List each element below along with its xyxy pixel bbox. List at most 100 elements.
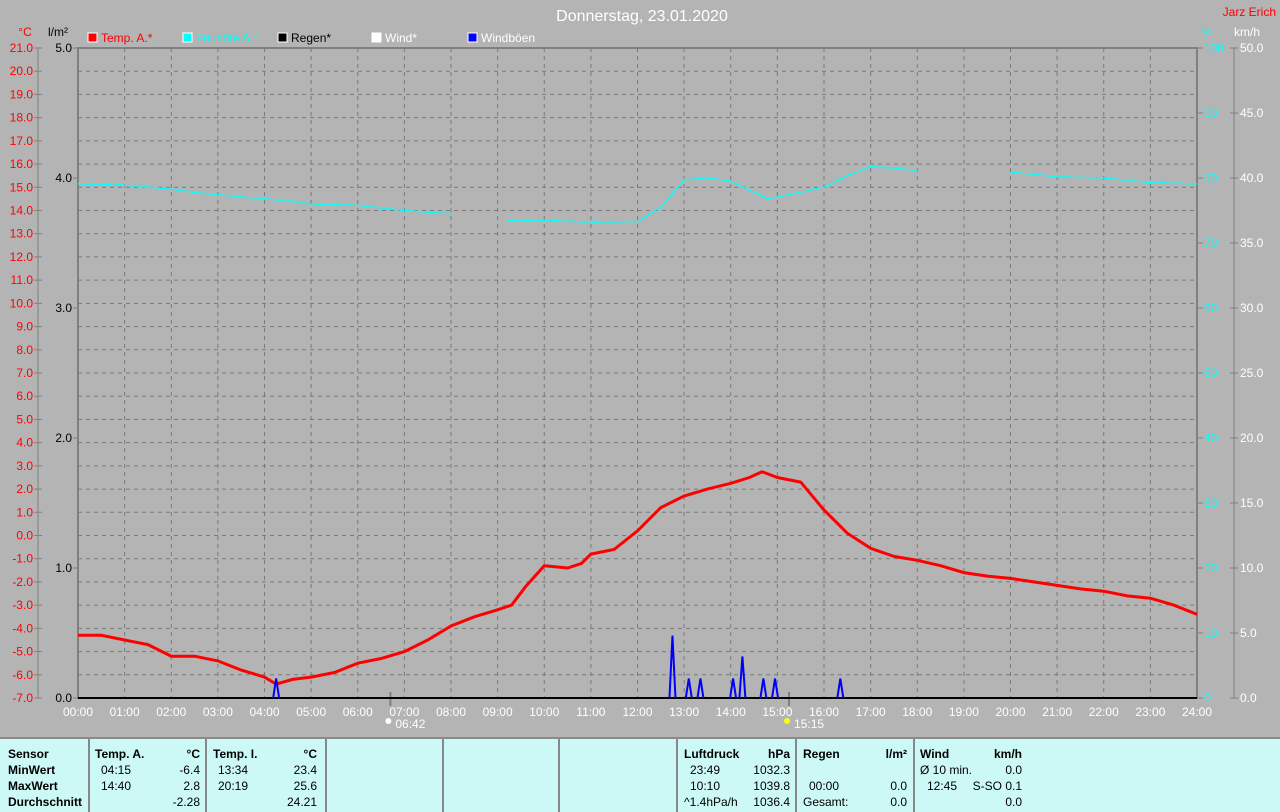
- wind-gust-spike: [696, 678, 705, 699]
- legend-label: Wind*: [385, 31, 417, 45]
- x-tick-label: 08:00: [436, 705, 466, 719]
- temp-a-min: -6.4: [179, 763, 200, 777]
- humidity-tick-label: 80: [1204, 171, 1218, 185]
- divider: [558, 739, 560, 812]
- humidity-tick-label: 0: [1204, 691, 1211, 705]
- legend-label: Temp. A.*: [101, 31, 153, 45]
- sunrise-time: 06:42: [395, 717, 425, 731]
- wind-axis-unit: km/h: [1234, 25, 1260, 39]
- x-tick-label: 13:00: [669, 705, 699, 719]
- temp-tick-label: 12.0: [10, 250, 34, 264]
- x-tick-label: 22:00: [1089, 705, 1119, 719]
- wind-max: S-SO 0.1: [972, 779, 1022, 793]
- wind-tick-label: 30.0: [1240, 301, 1264, 315]
- temp-tick-label: 14.0: [10, 204, 34, 218]
- temp-i-min-time: 13:34: [218, 763, 249, 777]
- x-tick-label: 23:00: [1135, 705, 1165, 719]
- x-tick-label: 09:00: [483, 705, 513, 719]
- temp-a-max: 2.8: [183, 779, 200, 793]
- wind-avg-label: Ø 10 min.: [920, 763, 973, 777]
- humidity-tick-label: 50: [1204, 366, 1218, 380]
- wind-gust-spike: [759, 678, 768, 699]
- divider: [913, 739, 915, 812]
- temp-tick-label: -4.0: [12, 621, 33, 635]
- divider: [442, 739, 444, 812]
- temp-tick-label: 4.0: [16, 436, 33, 450]
- temp-tick-label: -6.0: [12, 668, 33, 682]
- wind-title: Wind: [920, 747, 950, 761]
- legend-swatch: [467, 32, 478, 43]
- wind-tick-label: 50.0: [1240, 41, 1264, 55]
- temp-i-max-time: 20:19: [218, 779, 249, 793]
- x-tick-label: 03:00: [203, 705, 233, 719]
- temp-a-avg: -2.28: [172, 795, 200, 809]
- x-tick-label: 04:00: [249, 705, 279, 719]
- temp-tick-label: 21.0: [10, 41, 34, 55]
- humidity-tick-label: 30: [1204, 496, 1218, 510]
- wind-gust-spike: [684, 678, 693, 699]
- wind-tick-label: 40.0: [1240, 171, 1264, 185]
- grid: [77, 47, 1198, 699]
- divider: [88, 739, 90, 812]
- wind-tick-label: 5.0: [1240, 626, 1257, 640]
- wind-gust-spike: [836, 678, 845, 699]
- temp-tick-label: 10.0: [10, 296, 34, 310]
- temp-tick-label: 1.0: [16, 505, 33, 519]
- temp-tick-label: 7.0: [16, 366, 33, 380]
- temp-tick-label: 19.0: [10, 87, 34, 101]
- humidity-axis-unit: %: [1202, 25, 1213, 39]
- x-tick-label: 20:00: [995, 705, 1025, 719]
- wind-avg: 0.0: [1005, 763, 1022, 777]
- wind-last: 0.0: [1005, 795, 1022, 809]
- rain-total: 0.0: [890, 795, 907, 809]
- temp-tick-label: -5.0: [12, 645, 33, 659]
- statistics-panel: Sensor MinWert MaxWert Durchschnitt Temp…: [0, 737, 1280, 812]
- temp-tick-label: 18.0: [10, 111, 34, 125]
- x-tick-label: 11:00: [576, 705, 605, 719]
- rain-tick-label: 4.0: [55, 171, 72, 185]
- temp-tick-label: 13.0: [10, 227, 34, 241]
- rain-title: Regen: [803, 747, 840, 761]
- x-tick-label: 06:00: [343, 705, 373, 719]
- wind-max-time: 12:45: [927, 779, 958, 793]
- wind-tick-label: 20.0: [1240, 431, 1264, 445]
- humidity-tick-label: 10: [1204, 626, 1218, 640]
- humidity-tick-label: 70: [1204, 236, 1218, 250]
- x-tick-label: 05:00: [296, 705, 326, 719]
- wind-gust-spike: [738, 656, 747, 699]
- temp-tick-label: 5.0: [16, 412, 33, 426]
- x-tick-label: 02:00: [156, 705, 186, 719]
- temp-tick-label: 16.0: [10, 157, 34, 171]
- temp-tick-label: 2.0: [16, 482, 33, 496]
- sunrise-icon: [385, 718, 392, 724]
- legend-swatch: [182, 32, 193, 43]
- humidity-tick-label: 100: [1204, 41, 1224, 55]
- pressure-max: 1039.8: [753, 779, 790, 793]
- x-tick-label: 24:00: [1182, 705, 1212, 719]
- axes: 00:00 01:00 02:00 03:00 04:00 05:00 06:00 07:00…: [10, 25, 1264, 731]
- divider: [676, 739, 678, 812]
- pressure-title: Luftdruck: [684, 747, 740, 761]
- rain-tick-label: 1.0: [55, 561, 72, 575]
- temp-tick-label: -7.0: [12, 691, 33, 705]
- legend-label: Windböen: [481, 31, 535, 45]
- legend-label: Feuchte A.*: [196, 31, 258, 45]
- sunset-icon: [784, 718, 791, 724]
- pressure-unit: hPa: [767, 747, 790, 761]
- chart-title: Donnerstag, 23.01.2020: [556, 8, 728, 25]
- legend-swatch: [87, 32, 98, 43]
- temp-tick-label: -2.0: [12, 575, 33, 589]
- temp-tick-label: 15.0: [10, 180, 34, 194]
- wind-tick-label: 10.0: [1240, 561, 1264, 575]
- author-label: Jarz Erich: [1223, 5, 1276, 19]
- rain-tick-label: 3.0: [55, 301, 72, 315]
- wind-tick-label: 15.0: [1240, 496, 1264, 510]
- sunset-time: 15:15: [794, 717, 824, 731]
- rain-tick-label: 0.0: [55, 691, 72, 705]
- pressure-min: 1032.3: [753, 763, 790, 777]
- temp-tick-label: 20.0: [10, 64, 34, 78]
- x-tick-label: 14:00: [716, 705, 746, 719]
- rain-axis-unit: l/m²: [48, 25, 68, 39]
- x-tick-label: 18:00: [902, 705, 932, 719]
- legend-label: Regen*: [291, 31, 331, 45]
